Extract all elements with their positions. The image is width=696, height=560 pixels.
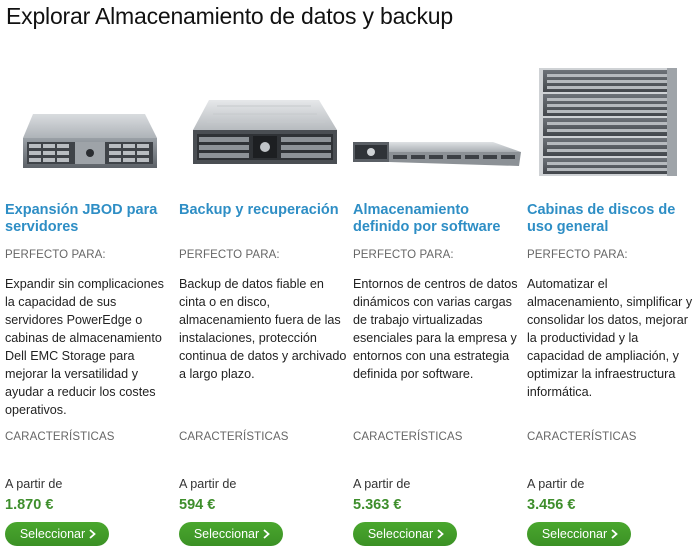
storage-enclosure-image[interactable] xyxy=(5,62,173,182)
backup-appliance-image[interactable] xyxy=(179,62,347,182)
product-card-backup: Backup y recuperación PERFECTO PARA: Bac… xyxy=(179,62,349,552)
select-button[interactable]: Seleccionar xyxy=(527,522,631,546)
select-button-label: Seleccionar xyxy=(541,527,608,541)
product-description: Backup de datos fiable en cinta o en dis… xyxy=(179,277,347,381)
perfect-for-label: PERFECTO PARA: xyxy=(5,249,106,261)
select-button[interactable]: Seleccionar xyxy=(5,522,109,546)
price: 594 € xyxy=(179,497,216,513)
product-title[interactable]: Backup y recuperación xyxy=(179,202,347,219)
product-title[interactable]: Expansión JBOD para servidores xyxy=(5,202,173,236)
select-button-label: Seleccionar xyxy=(19,527,86,541)
price-from-label: A partir de xyxy=(5,477,63,491)
select-button-label: Seleccionar xyxy=(193,527,260,541)
product-description: Entornos de centros de datos dinámicos c… xyxy=(353,277,518,381)
chevron-right-icon xyxy=(263,529,271,539)
features-link[interactable]: CARACTERÍSTICAS xyxy=(353,431,463,443)
product-title[interactable]: Cabinas de discos de uso general xyxy=(527,202,695,236)
chevron-right-icon xyxy=(437,529,445,539)
chevron-right-icon xyxy=(89,529,97,539)
perfect-for-label: PERFECTO PARA: xyxy=(527,249,628,261)
price-from-label: A partir de xyxy=(527,477,585,491)
perfect-for-label: PERFECTO PARA: xyxy=(179,249,280,261)
product-description: Expandir sin complicaciones la capacidad… xyxy=(5,277,164,417)
price-from-label: A partir de xyxy=(179,477,237,491)
chevron-right-icon xyxy=(611,529,619,539)
product-card-jbod: Expansión JBOD para servidores PERFECTO … xyxy=(5,62,175,552)
product-title[interactable]: Almacenamiento definido por software xyxy=(353,202,521,236)
perfect-for-label: PERFECTO PARA: xyxy=(353,249,454,261)
disk-array-image[interactable] xyxy=(527,62,695,182)
price-from-label: A partir de xyxy=(353,477,411,491)
features-link[interactable]: CARACTERÍSTICAS xyxy=(179,431,289,443)
product-card-sds: Almacenamiento definido por software PER… xyxy=(353,62,523,552)
page-title: Explorar Almacenamiento de datos y backu… xyxy=(6,3,453,29)
price: 1.870 € xyxy=(5,497,54,513)
product-description: Automatizar el almacenamiento, simplific… xyxy=(527,277,693,399)
select-button[interactable]: Seleccionar xyxy=(353,522,457,546)
features-link[interactable]: CARACTERÍSTICAS xyxy=(527,431,637,443)
price: 3.456 € xyxy=(527,497,576,513)
features-link[interactable]: CARACTERÍSTICAS xyxy=(5,431,115,443)
rack-server-image[interactable] xyxy=(353,62,521,182)
price: 5.363 € xyxy=(353,497,402,513)
select-button-label: Seleccionar xyxy=(367,527,434,541)
product-card-disk-arrays: Cabinas de discos de uso general PERFECT… xyxy=(527,62,696,552)
select-button[interactable]: Seleccionar xyxy=(179,522,283,546)
